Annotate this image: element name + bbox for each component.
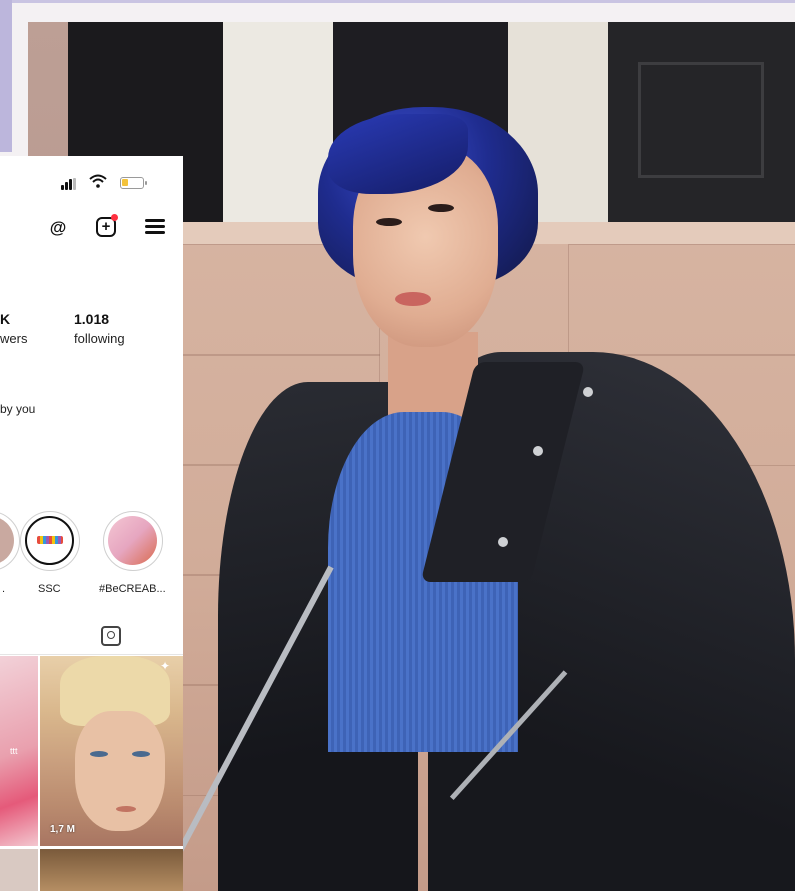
highlight-story[interactable] — [0, 511, 20, 571]
grid-post[interactable] — [0, 849, 38, 891]
followers-count: K — [0, 311, 11, 327]
signal-icon — [61, 178, 77, 190]
grid-post[interactable]: ttt — [0, 656, 38, 846]
notification-dot — [111, 214, 118, 221]
highlight-label: SSC — [38, 583, 61, 595]
highlight-story[interactable] — [20, 511, 80, 571]
menu-icon[interactable] — [145, 219, 165, 235]
right-eye — [428, 204, 454, 212]
status-bar — [0, 156, 183, 198]
grid-post-caption: ttt — [10, 746, 18, 756]
highlight-label: #BeCREAB... — [99, 583, 166, 595]
followers-label: wers — [0, 331, 28, 346]
battery-icon — [120, 177, 147, 189]
wall-tile — [568, 244, 795, 356]
following-label: following — [74, 331, 125, 346]
following-count: 1.018 — [74, 311, 110, 327]
jacket-stud — [498, 537, 508, 547]
profile-header-actions: @ + — [0, 214, 183, 246]
wifi-icon — [89, 174, 109, 190]
threads-icon[interactable]: @ — [48, 218, 68, 238]
instagram-profile-screen: @ + K wers 1.018 following by you . SSC … — [0, 156, 183, 891]
pin-icon: ✦ — [160, 659, 171, 673]
jacket-stud — [533, 446, 543, 456]
lavender-accent-strip — [0, 0, 12, 152]
left-eye — [376, 218, 402, 226]
tagged-posts-icon[interactable] — [101, 626, 121, 646]
highlight-label: . — [2, 583, 6, 595]
highlight-story[interactable] — [103, 511, 163, 571]
reel-view-count: 1,7 M — [50, 824, 76, 835]
followed-by-text[interactable]: by you — [0, 402, 35, 416]
grid-post[interactable] — [40, 656, 183, 846]
tab-divider — [0, 654, 183, 655]
grid-post[interactable] — [40, 849, 183, 891]
top-rule — [12, 0, 795, 3]
lips — [395, 292, 431, 306]
photo-window-right — [608, 22, 795, 232]
jacket-stud — [583, 387, 593, 397]
